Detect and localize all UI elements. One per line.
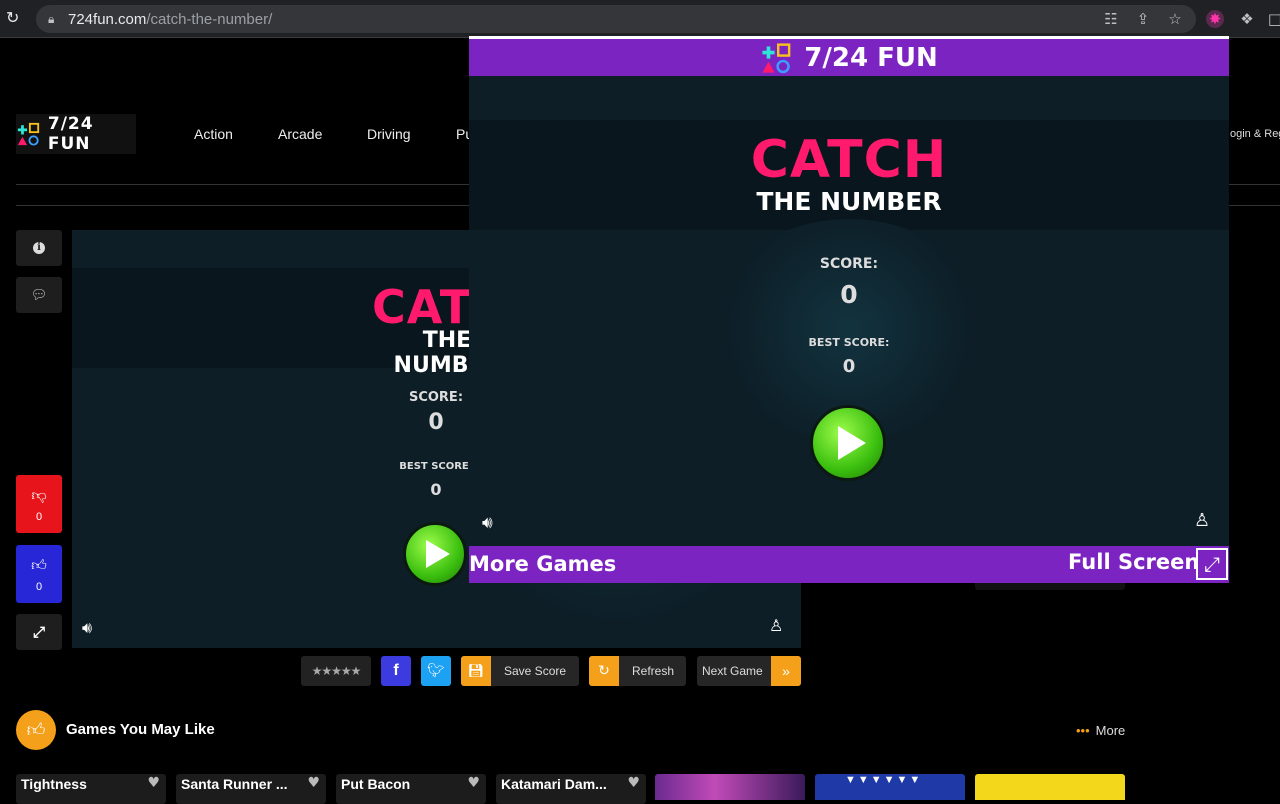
next-game-button[interactable]: Next Game »: [697, 656, 801, 686]
login-register-link[interactable]: ogin & Reg: [1230, 128, 1280, 140]
game-thumbnail[interactable]: [655, 774, 805, 800]
sound-icon[interactable]: 🔊︎: [482, 513, 493, 533]
best-score-value: 0: [842, 356, 856, 377]
fullscreen-button[interactable]: ⤢: [16, 614, 62, 650]
facebook-icon[interactable]: f: [381, 656, 411, 686]
address-bar[interactable]: 🔒︎ 724fun.com/catch-the-number/ ☷ ⇪ ☆: [36, 5, 1196, 33]
lock-icon: 🔒︎: [48, 12, 55, 26]
url-domain: 724fun.com: [68, 11, 147, 28]
save-score-button[interactable]: 💾︎ Save Score: [461, 656, 579, 686]
logo-shapes-icon: [762, 42, 791, 73]
leaderboard-icon[interactable]: ♙: [1194, 510, 1210, 531]
popup-footer: More Games Full Screen ⤢: [469, 546, 1229, 583]
thumbs-up-icon: 👍︎: [31, 555, 47, 574]
dislike-count: 0: [35, 510, 43, 523]
url-path: /catch-the-number/: [146, 11, 273, 28]
share-icon[interactable]: ⇪: [1134, 10, 1152, 28]
next-arrow-icon: »: [771, 656, 801, 686]
popup-game-window[interactable]: 7/24 FUN CATCH THE NUMBER SCORE: 0 BEST …: [469, 36, 1229, 583]
save-score-label: Save Score: [504, 664, 567, 678]
thumbs-down-icon: 👎︎: [31, 485, 47, 504]
dots-icon: •••: [1076, 723, 1090, 738]
nav-arcade[interactable]: Arcade: [278, 126, 322, 142]
side-panel-icon[interactable]: □: [1266, 10, 1280, 28]
popup-brand-text: 7/24 FUN: [804, 42, 938, 73]
thumbs-up-badge-icon: 👍︎: [16, 710, 56, 750]
rating-stars[interactable]: ★★★★★: [301, 656, 371, 686]
game-title-the-number: THE NUMBER: [756, 187, 942, 216]
best-score-value: 0: [430, 480, 442, 499]
game-card-title: Put Bacon: [341, 776, 411, 792]
more-games-link[interactable]: More Games: [469, 552, 616, 576]
score-value: 0: [840, 280, 858, 309]
expand-icon: ⤢: [32, 623, 45, 641]
site-brand-text: 7/24 FUN: [47, 114, 94, 154]
site-logo[interactable]: 7/24 FUN: [16, 114, 136, 154]
heart-icon[interactable]: ♥: [627, 775, 640, 791]
sound-icon[interactable]: 🔊︎: [82, 618, 92, 638]
best-score-label: BEST SCORE:: [808, 336, 890, 349]
dislike-button[interactable]: 👎︎ 0: [16, 475, 62, 533]
refresh-icon: ↻: [589, 656, 619, 686]
url-text: 724fun.com/catch-the-number/: [68, 11, 272, 28]
nav-driving[interactable]: Driving: [367, 126, 411, 142]
like-count: 0: [35, 580, 43, 593]
score-label: SCORE:: [408, 390, 464, 405]
bookmark-star-icon[interactable]: ☆: [1166, 10, 1184, 28]
more-label: More: [1095, 723, 1126, 738]
play-icon: [426, 540, 450, 568]
game-title-catch: CATCH: [750, 130, 948, 190]
browser-toolbar: ↻ 🔒︎ 724fun.com/catch-the-number/ ☷ ⇪ ☆ …: [0, 0, 1280, 38]
heart-icon[interactable]: ♥: [147, 775, 160, 791]
game-card-title: Santa Runner ...: [181, 776, 288, 792]
play-button[interactable]: [403, 522, 467, 586]
comments-button[interactable]: 💬︎: [16, 277, 62, 313]
game-card-title: Tightness: [21, 776, 87, 792]
reload-icon[interactable]: ↻: [6, 10, 22, 26]
related-heading: Games You May Like: [66, 721, 215, 738]
info-icon: i: [33, 242, 45, 254]
game-thumbnail[interactable]: ▼▼▼▼▼▼: [815, 774, 965, 800]
refresh-button[interactable]: ↻ Refresh: [589, 656, 686, 686]
info-button[interactable]: i: [16, 230, 62, 266]
comment-icon: 💬︎: [30, 287, 48, 303]
heart-icon[interactable]: ♥: [307, 775, 320, 791]
game-thumbnail[interactable]: [975, 774, 1125, 800]
play-icon: [837, 426, 866, 460]
extensions-puzzle-icon[interactable]: ❖: [1238, 10, 1256, 28]
leaderboard-icon[interactable]: ♙: [769, 616, 783, 635]
full-screen-link[interactable]: Full Screen: [1068, 550, 1199, 574]
save-icon: 💾︎: [461, 656, 491, 686]
play-button[interactable]: [810, 405, 886, 481]
refresh-label: Refresh: [632, 664, 675, 678]
heart-icon[interactable]: ♥: [467, 775, 480, 791]
nav-action[interactable]: Action: [194, 126, 233, 142]
logo-shapes-icon: [17, 122, 40, 146]
score-label: SCORE:: [819, 256, 879, 272]
twitter-icon[interactable]: 🐦︎: [421, 656, 451, 686]
next-game-label: Next Game: [702, 664, 763, 678]
game-card-title: Katamari Dam...: [501, 776, 607, 792]
like-button[interactable]: 👍︎ 0: [16, 545, 62, 603]
expand-icon[interactable]: ⤢: [1196, 548, 1228, 580]
more-link[interactable]: ••• More: [1076, 723, 1125, 738]
translate-icon[interactable]: ☷: [1102, 10, 1120, 28]
extension-avatar-icon[interactable]: ✸: [1206, 10, 1224, 28]
score-value: 0: [428, 410, 444, 435]
popup-header: 7/24 FUN: [469, 39, 1229, 76]
